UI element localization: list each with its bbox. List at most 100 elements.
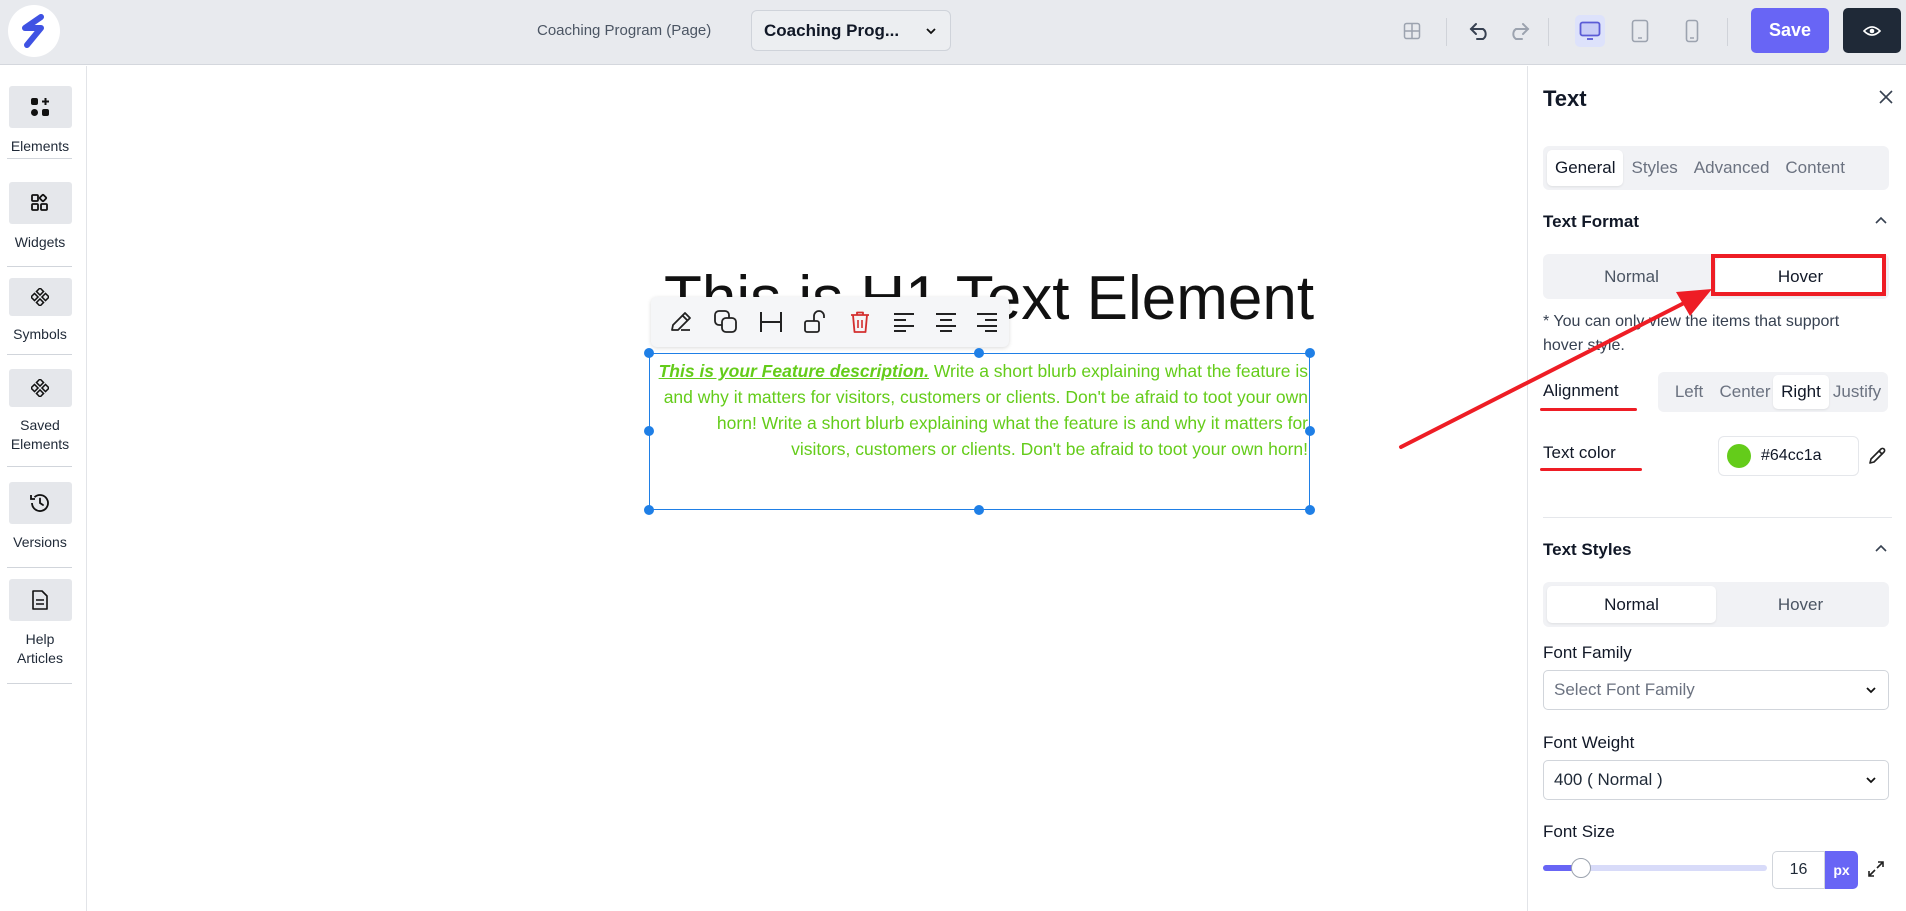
- section-title-text-format: Text Format: [1543, 212, 1640, 231]
- chevron-up-icon[interactable]: [1873, 540, 1889, 556]
- resize-handle[interactable]: [1305, 348, 1315, 358]
- paragraph-emphasis: This is your Feature description.: [658, 361, 929, 381]
- expand-icon[interactable]: [1864, 857, 1888, 881]
- sidebar-item-label: Symbols: [13, 326, 67, 342]
- eye-icon: [1863, 25, 1881, 36]
- grid-icon[interactable]: [1399, 18, 1425, 44]
- annotation-highlight-box: [1711, 254, 1886, 296]
- text-styles-mode-toggle: Normal Hover: [1543, 582, 1889, 627]
- resize-handle[interactable]: [644, 505, 654, 515]
- resize-handle[interactable]: [1305, 505, 1315, 515]
- sidebar-item-help-articles[interactable]: Help Articles: [8, 579, 72, 668]
- resize-handle[interactable]: [644, 426, 654, 436]
- sidebar-item-label: Versions: [13, 534, 67, 550]
- top-bar: Coaching Program (Page) Coaching Prog...…: [0, 0, 1906, 65]
- delete-icon[interactable]: [838, 302, 883, 342]
- page-select[interactable]: Coaching Prog...: [751, 10, 951, 51]
- sidebar-item-versions[interactable]: Versions: [8, 482, 72, 552]
- font-size-input[interactable]: 16: [1772, 851, 1825, 889]
- tab-content[interactable]: Content: [1777, 150, 1853, 186]
- resize-handle[interactable]: [974, 505, 984, 515]
- elements-icon: [31, 98, 49, 116]
- align-center-icon[interactable]: [927, 302, 965, 342]
- chevron-down-icon: [1866, 687, 1876, 694]
- app-logo[interactable]: [8, 5, 60, 57]
- font-size-unit[interactable]: px: [1825, 851, 1858, 889]
- annotation-underline: [1540, 408, 1637, 411]
- color-swatch[interactable]: [1727, 444, 1751, 468]
- text-styles-normal-button[interactable]: Normal: [1547, 586, 1716, 623]
- annotation-underline: [1540, 468, 1642, 471]
- font-weight-label: Font Weight: [1543, 733, 1635, 752]
- font-family-placeholder: Select Font Family: [1554, 680, 1695, 699]
- tab-styles[interactable]: Styles: [1623, 150, 1685, 186]
- sidebar-item-label: Widgets: [14, 234, 66, 250]
- sidebar-item-saved-elements[interactable]: Saved Elements: [8, 369, 72, 454]
- sidebar-item-widgets[interactable]: Widgets: [8, 182, 72, 252]
- eyedropper-icon[interactable]: [1865, 444, 1889, 468]
- align-right-icon[interactable]: [964, 302, 1009, 342]
- text-color-field[interactable]: #64cc1a: [1718, 436, 1859, 476]
- widgets-icon: [31, 193, 48, 211]
- sidebar-item-symbols[interactable]: Symbols: [8, 278, 72, 344]
- duplicate-icon[interactable]: [704, 302, 749, 342]
- page-select-value: Coaching Prog...: [764, 20, 900, 40]
- alignment-selector: Left Center Right Justify: [1658, 372, 1888, 412]
- font-size-slider[interactable]: [1543, 858, 1767, 878]
- left-sidebar: Elements Widgets Symbols Saved Elements …: [0, 66, 87, 911]
- settings-panel: Text General Styles Advanced Content Tex…: [1527, 66, 1906, 911]
- page-label: Coaching Program (Page): [537, 22, 712, 39]
- align-center-option[interactable]: Center: [1717, 375, 1773, 409]
- sidebar-item-label: Elements: [10, 138, 70, 154]
- tab-advanced[interactable]: Advanced: [1686, 150, 1778, 186]
- unlock-icon[interactable]: [793, 302, 838, 342]
- edit-icon[interactable]: [659, 302, 704, 342]
- slider-thumb[interactable]: [1571, 858, 1592, 878]
- preview-button[interactable]: [1843, 8, 1901, 53]
- sidebar-item-elements[interactable]: Elements: [8, 86, 72, 156]
- font-weight-select[interactable]: 400 ( Normal ): [1543, 760, 1889, 800]
- text-color-value: #64cc1a: [1761, 447, 1822, 464]
- undo-icon[interactable]: [1467, 18, 1493, 44]
- alignment-label: Alignment: [1543, 381, 1619, 400]
- panel-tabs: General Styles Advanced Content: [1543, 146, 1889, 190]
- element-toolbar: [651, 297, 1009, 347]
- sidebar-item-label: Saved Elements: [10, 417, 70, 452]
- font-family-label: Font Family: [1543, 643, 1632, 662]
- resize-handle[interactable]: [974, 348, 984, 358]
- sidebar-item-label: Help Articles: [17, 631, 63, 666]
- font-weight-value: 400 ( Normal ): [1554, 770, 1663, 789]
- full-width-icon[interactable]: [748, 302, 793, 342]
- saved-elements-icon: [31, 379, 49, 397]
- redo-icon[interactable]: [1506, 18, 1532, 44]
- chevron-up-icon[interactable]: [1873, 212, 1889, 228]
- hover-note: * You can only view the items that suppo…: [1543, 313, 1840, 354]
- separator: [1727, 18, 1728, 46]
- section-title-text-styles: Text Styles: [1543, 540, 1632, 559]
- tablet-view-icon[interactable]: [1627, 18, 1653, 44]
- resize-handle[interactable]: [644, 348, 654, 358]
- text-format-normal-button[interactable]: Normal: [1547, 258, 1716, 295]
- separator: [1548, 18, 1549, 46]
- paragraph-element[interactable]: This is your Feature description. Write …: [657, 358, 1308, 462]
- desktop-view-icon[interactable]: [1575, 15, 1605, 47]
- divider: [1543, 517, 1892, 518]
- close-icon[interactable]: [1875, 86, 1897, 108]
- document-icon: [32, 590, 48, 610]
- text-styles-hover-button[interactable]: Hover: [1716, 586, 1885, 623]
- align-right-option[interactable]: Right: [1773, 375, 1829, 409]
- mobile-view-icon[interactable]: [1679, 18, 1705, 44]
- align-justify-option[interactable]: Justify: [1829, 375, 1885, 409]
- chevron-down-icon: [1866, 777, 1876, 784]
- separator: [1446, 18, 1447, 46]
- save-button[interactable]: Save: [1751, 8, 1829, 53]
- panel-title: Text: [1543, 86, 1587, 111]
- symbols-icon: [31, 288, 49, 306]
- align-left-icon[interactable]: [882, 302, 927, 342]
- font-size-label: Font Size: [1543, 822, 1615, 841]
- tab-general[interactable]: General: [1547, 150, 1624, 186]
- align-left-option[interactable]: Left: [1661, 375, 1717, 409]
- text-color-label: Text color: [1543, 443, 1616, 462]
- font-family-select[interactable]: Select Font Family: [1543, 670, 1889, 710]
- logo-icon: [22, 14, 44, 48]
